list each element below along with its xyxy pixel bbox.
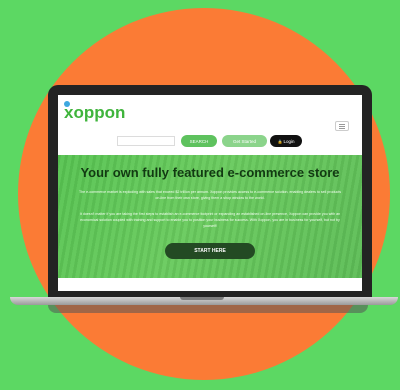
hero-paragraph-1: The e-commerce market is exploding with … bbox=[78, 190, 342, 200]
login-button[interactable]: 🔒 Login bbox=[270, 135, 302, 147]
get-started-button[interactable]: Get Started bbox=[222, 135, 267, 147]
laptop-screen: xoppon SEARCH Get Started 🔒 Login Your o… bbox=[58, 95, 362, 291]
hero-title: Your own fully featured e-commerce store bbox=[80, 165, 340, 180]
brand-logo[interactable]: xoppon bbox=[64, 103, 125, 123]
login-label: Login bbox=[283, 138, 295, 144]
lock-icon: 🔒 bbox=[277, 138, 283, 144]
laptop-notch bbox=[180, 297, 224, 300]
hero-paragraph-2: It doesn't matter if you are taking the … bbox=[79, 212, 341, 228]
start-here-button[interactable]: START HERE bbox=[165, 243, 255, 259]
menu-button[interactable] bbox=[335, 121, 349, 131]
hero-banner: Your own fully featured e-commerce store… bbox=[58, 155, 362, 278]
search-input[interactable] bbox=[117, 136, 175, 146]
laptop-base-shadow bbox=[48, 305, 368, 313]
search-button[interactable]: SEARCH bbox=[181, 135, 217, 147]
